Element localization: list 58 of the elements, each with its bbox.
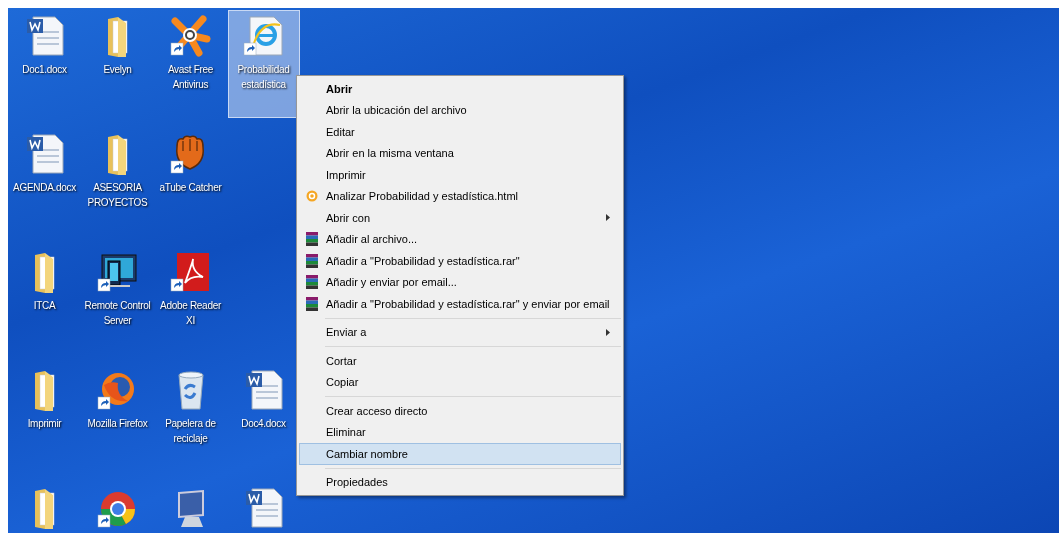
- desktop-icon[interactable]: Evelyn: [81, 10, 154, 118]
- menu-item[interactable]: Analizar Probabilidad y estadística.html: [299, 185, 621, 207]
- menu-item[interactable]: Crear acceso directo: [299, 400, 621, 422]
- books-icon: [306, 296, 318, 311]
- icon-label: ASESORIA: [93, 181, 142, 195]
- desktop-icon[interactable]: Mozilla Firefox: [81, 364, 154, 472]
- menu-item[interactable]: Enviar a: [299, 321, 621, 343]
- icon-label: Imprimir: [27, 417, 62, 431]
- desktop-icon[interactable]: Remote Control Server: [81, 246, 154, 354]
- desktop-icon[interactable]: AGENDA.docx: [8, 128, 81, 236]
- icon-label: aTube Catcher: [159, 181, 222, 195]
- desktop-icon[interactable]: Avast Free Antivirus: [154, 10, 227, 118]
- menu-item[interactable]: Abrir con: [299, 207, 621, 229]
- menu-item[interactable]: Añadir a "Probabilidad y estadística.rar" y enviar por email: [299, 293, 621, 315]
- icon-label: Mozilla Firefox: [87, 417, 148, 431]
- icon-label: PROYECTOS: [87, 196, 148, 210]
- menu-item[interactable]: Añadir y enviar por email...: [299, 271, 621, 293]
- ring-icon: [306, 190, 318, 203]
- menu-item[interactable]: Cambiar nombre: [299, 443, 621, 465]
- desktop-icon[interactable]: ITCA: [8, 246, 81, 354]
- submenu-arrow-icon: [605, 214, 610, 222]
- menu-item[interactable]: Copiar: [299, 371, 621, 393]
- desktop-icon[interactable]: Adobe Reader XI: [154, 246, 227, 354]
- icon-label: Evelyn: [103, 63, 132, 77]
- icon-label: Probabilidad: [237, 63, 290, 77]
- desktop-icon[interactable]: Papelera de reciclaje: [154, 364, 227, 472]
- menu-item[interactable]: Añadir a "Probabilidad y estadística.rar": [299, 250, 621, 272]
- books-icon: [306, 253, 318, 268]
- menu-item[interactable]: Abrir: [299, 78, 621, 100]
- icon-label: Server: [103, 314, 132, 328]
- icon-label: Doc4.docx: [241, 417, 286, 431]
- menu-item[interactable]: Cortar: [299, 350, 621, 372]
- desktop-icon[interactable]: aTube Catcher: [154, 128, 227, 236]
- icon-label: ITCA: [33, 299, 56, 313]
- menu-item[interactable]: Imprimir: [299, 164, 621, 186]
- menu-item[interactable]: Eliminar: [299, 421, 621, 443]
- desktop-icon[interactable]: Imprimir: [8, 364, 81, 472]
- icon-label: Antivirus: [172, 78, 209, 92]
- icon-label: Remote Control: [84, 299, 151, 313]
- icon-label: reciclaje: [173, 432, 208, 446]
- icon-label: Avast Free: [167, 63, 214, 77]
- icon-label: estadística: [241, 78, 286, 92]
- desktop-icon[interactable]: ASESORIA PROYECTOS: [81, 128, 154, 236]
- books-icon: [306, 232, 318, 247]
- menu-item[interactable]: Abrir en la misma ventana: [299, 142, 621, 164]
- submenu-arrow-icon: [605, 328, 610, 336]
- menu-item[interactable]: Editar: [299, 121, 621, 143]
- menu-item[interactable]: Abrir la ubicación del archivo: [299, 99, 621, 121]
- icon-label: Doc1.docx: [22, 63, 67, 77]
- menu-item[interactable]: Añadir al archivo...: [299, 228, 621, 250]
- desktop-icon[interactable]: Doc1.docx: [8, 10, 81, 118]
- icon-label: Papelera de: [165, 417, 216, 431]
- icon-label: AGENDA.docx: [13, 181, 76, 195]
- desktop-icon[interactable]: Doc4.docx: [227, 364, 300, 472]
- books-icon: [306, 275, 318, 290]
- icon-label: XI: [186, 314, 195, 328]
- menu-item[interactable]: Propiedades: [299, 471, 621, 493]
- icon-label: Adobe Reader: [160, 299, 221, 313]
